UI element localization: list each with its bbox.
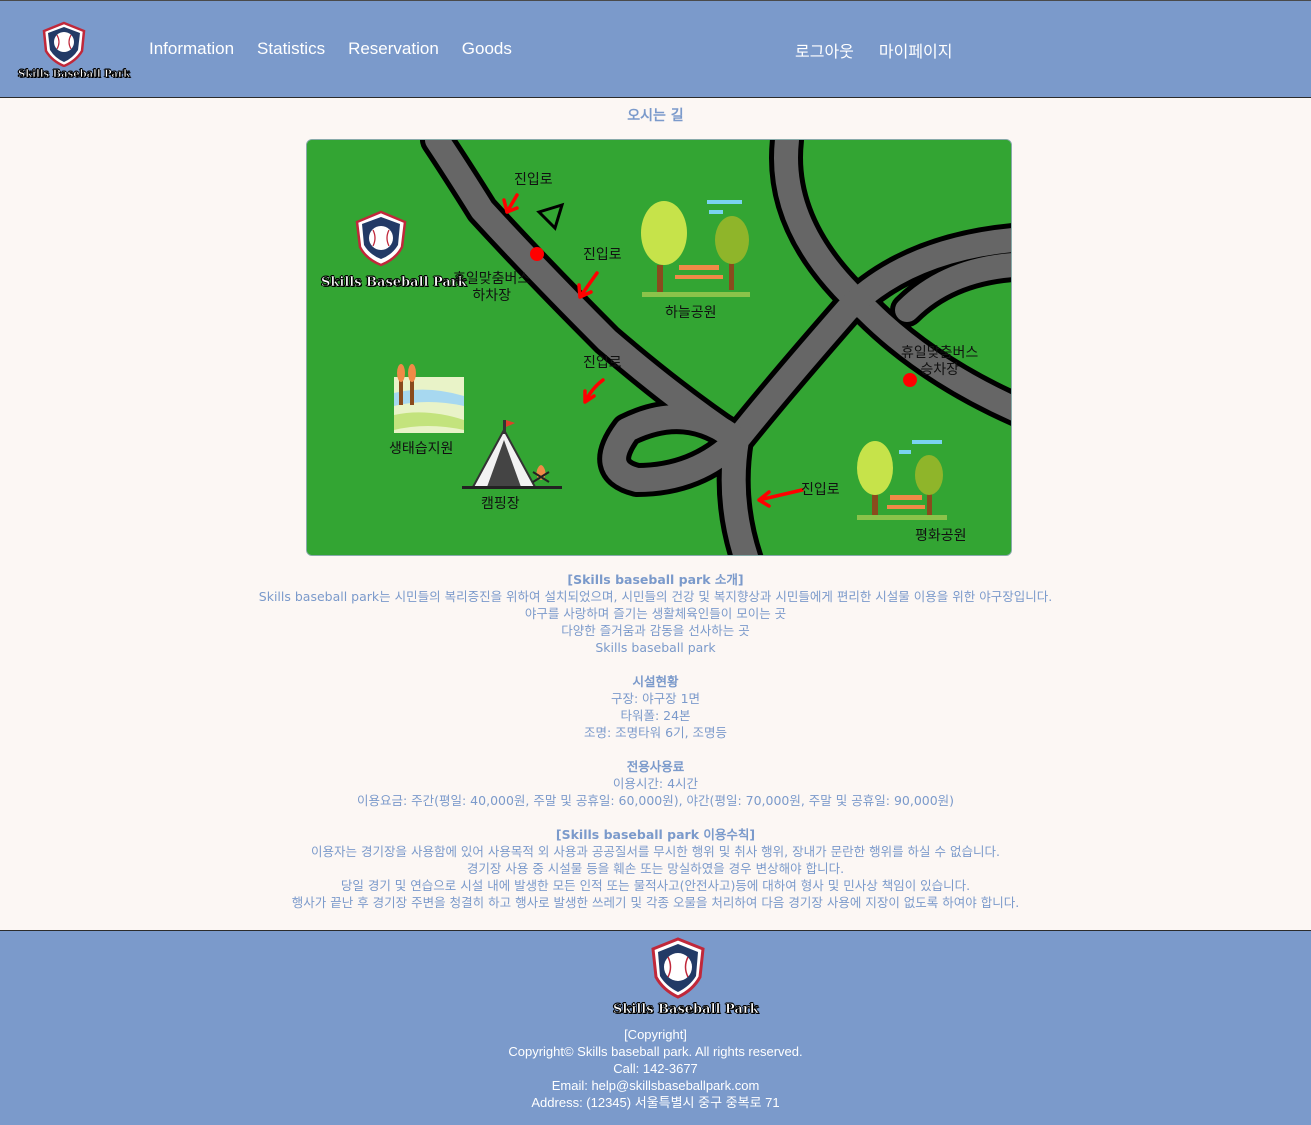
fees-line: 이용요금: 주간(평일: 40,000원, 주말 및 공휴일: 60,000원)… (356, 793, 955, 808)
copyright-text: Copyright© Skills baseball park. All rig… (508, 1044, 803, 1059)
email-text: Email: help@skillsbaseballpark.com (551, 1078, 760, 1093)
facilities-title: 시설현황 (632, 674, 679, 689)
page-title: 오시는 길 (627, 108, 684, 124)
nav-statistics[interactable]: Statistics (257, 39, 325, 59)
rules-line: 이용자는 경기장을 사용함에 있어 사용목적 외 사용과 공공질서를 무시한 행… (311, 844, 1000, 859)
map-label-sky-park: 하늘공원 (665, 305, 717, 321)
intro-line: 야구를 사랑하며 즐기는 생활체육인들이 모이는 곳 (524, 606, 787, 621)
header-logo[interactable]: Skills Baseball Park (18, 21, 131, 83)
address-text: Address: (12345) 서울특별시 중구 중복로 71 (531, 1095, 780, 1110)
main-nav: Information Statistics Reservation Goods (149, 39, 535, 59)
nav-goods[interactable]: Goods (462, 39, 512, 59)
phone-text: Call: 142-3677 (613, 1061, 698, 1076)
facilities-line: 구장: 야구장 1면 (610, 691, 701, 706)
main-content: 오시는 길 Skills Baseball Park 진입로 진입로 진입로 진… (0, 98, 1311, 930)
rules-line: 행사가 끝난 후 경기장 주변을 청결히 하고 행사로 발생한 쓰레기 및 각종… (291, 895, 1020, 910)
fees-title: 전용사용료 (626, 759, 685, 774)
map-label-entrance-1: 진입로 (514, 172, 553, 188)
facilities-line: 조명: 조명타워 6기, 조명등 (583, 725, 728, 740)
intro-line: Skills baseball park (595, 640, 716, 655)
map-logo-text: Skills Baseball Park (321, 275, 467, 291)
facilities-line: 타워폴: 24본 (620, 708, 691, 723)
logo-text: Skills Baseball Park (18, 69, 131, 81)
map-label-entrance-3: 진입로 (583, 355, 622, 371)
map-label-bus-dropoff: 휴일맞춤버스 하차장 (453, 271, 531, 304)
map-label-camping: 캠핑장 (481, 496, 520, 512)
footer-logo[interactable]: Skills Baseball Park (613, 937, 759, 1018)
bus-dropoff-marker (530, 247, 544, 261)
logout-link[interactable]: 로그아웃 (795, 38, 854, 62)
copyright-heading: [Copyright] (624, 1027, 687, 1042)
fees-line: 이용시간: 4시간 (612, 776, 699, 791)
mypage-link[interactable]: 마이페이지 (879, 38, 953, 62)
rules-title: [Skills baseball park 이용수칙] (555, 827, 756, 842)
map-label-bus-pickup: 휴일맞춤버스 승차장 (901, 345, 979, 378)
intro-line: Skills baseball park는 시민들의 복리증진을 위하여 설치되… (258, 589, 1053, 604)
rules-line: 당일 경기 및 연습으로 시설 내에 발생한 모든 인적 또는 물적사고(안전사… (340, 878, 971, 893)
intro-line: 다양한 즐거움과 감동을 선사하는 곳 (561, 623, 750, 638)
user-nav: 로그아웃 마이페이지 (795, 38, 978, 62)
info-section: [Skills baseball park 소개] Skills basebal… (0, 571, 1311, 911)
baseball-shield-icon (42, 21, 86, 67)
nav-information[interactable]: Information (149, 39, 234, 59)
footer-logo-text: Skills Baseball Park (613, 1002, 759, 1018)
directions-map: Skills Baseball Park 진입로 진입로 진입로 진입로 휴일맞… (306, 139, 1012, 556)
nav-reservation[interactable]: Reservation (348, 39, 439, 59)
footer-info: [Copyright] Copyright© Skills baseball p… (0, 1026, 1311, 1111)
intro-title: [Skills baseball park 소개] (567, 572, 744, 587)
map-label-peace-park: 평화공원 (915, 528, 967, 544)
site-footer: Skills Baseball Park [Copyright] Copyrig… (0, 930, 1311, 1125)
map-label-entrance-4: 진입로 (801, 482, 840, 498)
rules-line: 경기장 사용 중 시설물 등을 훼손 또는 망실하였을 경우 변상해야 합니다. (466, 861, 845, 876)
map-label-wetland: 생태습지원 (389, 441, 454, 457)
site-header: Skills Baseball Park Information Statist… (0, 0, 1311, 98)
baseball-shield-icon (651, 937, 705, 999)
map-label-entrance-2: 진입로 (583, 247, 622, 263)
